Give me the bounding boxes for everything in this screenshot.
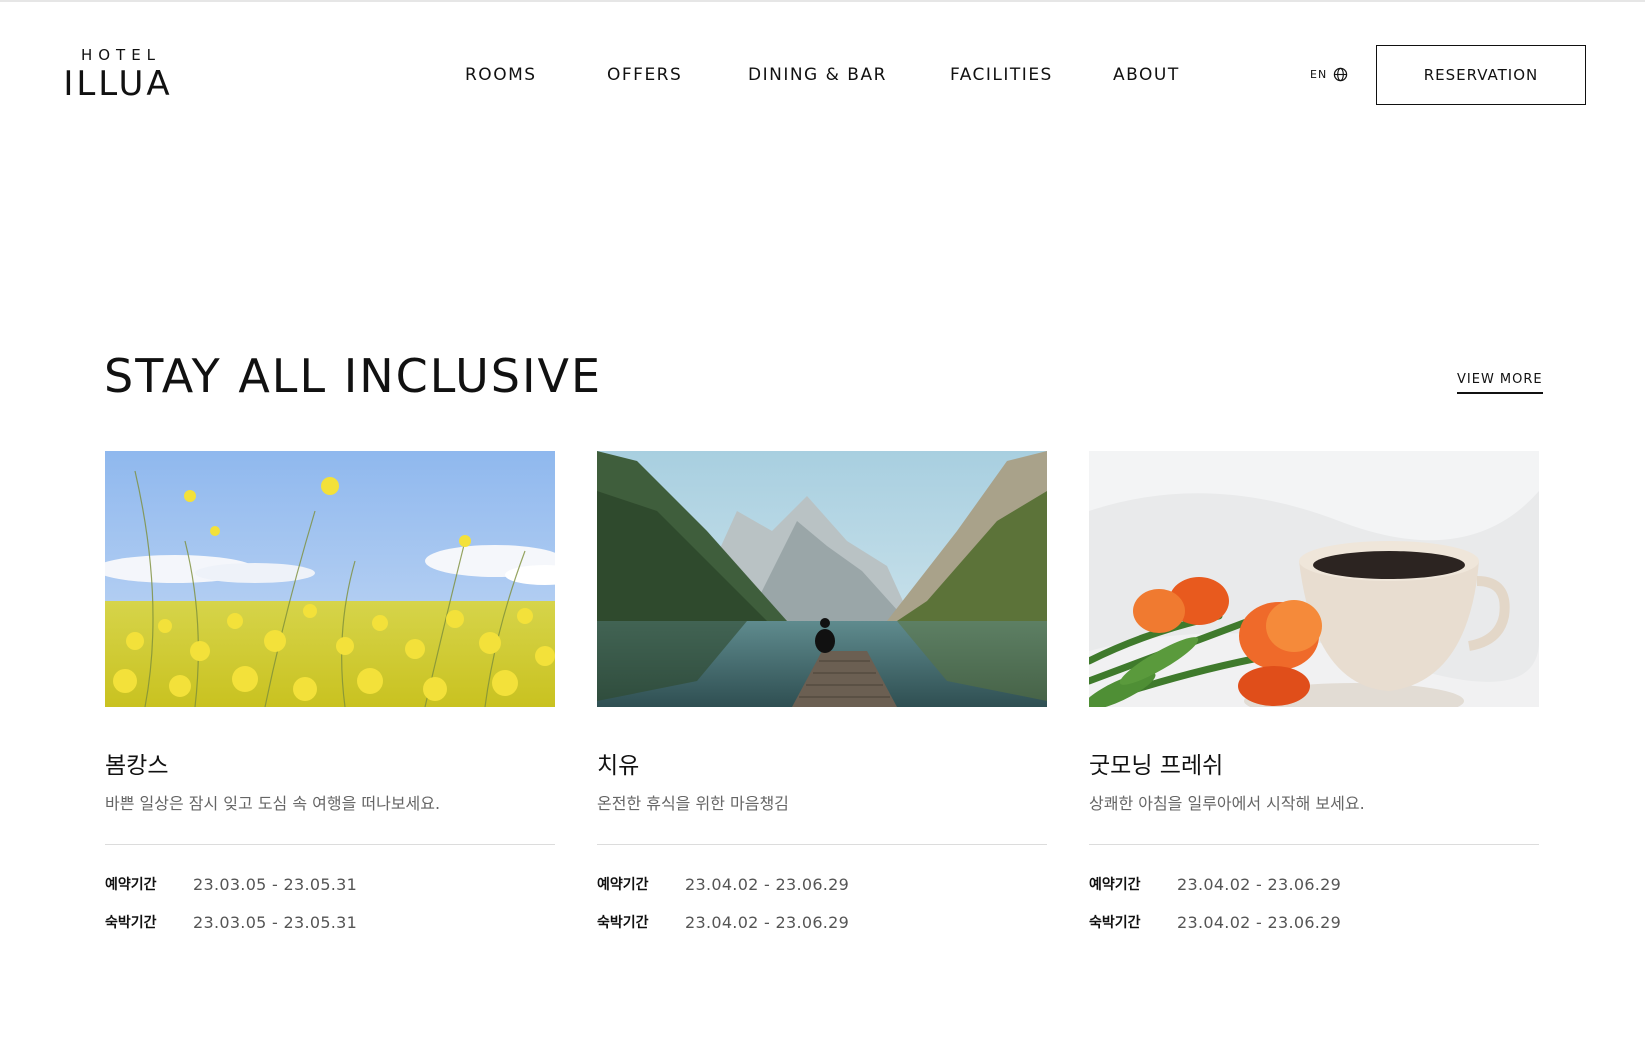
divider	[105, 844, 555, 845]
offer-description: 바쁜 일상은 잠시 잊고 도심 속 여행을 떠나보세요.	[105, 794, 441, 813]
booking-period-row: 예약기간 23.04.02 - 23.06.29	[597, 873, 1047, 895]
booking-period-row: 예약기간 23.03.05 - 23.05.31	[105, 873, 555, 895]
stay-period-label: 숙박기간	[105, 915, 157, 931]
stay-period-value: 23.04.02 - 23.06.29	[1177, 912, 1342, 932]
offer-title: 봄캉스	[105, 753, 169, 779]
stay-period-row: 숙박기간 23.03.05 - 23.05.31	[105, 911, 555, 933]
booking-period-value: 23.04.02 - 23.06.29	[685, 874, 850, 894]
offer-title: 치유	[597, 753, 640, 779]
logo-main-text: ILLUA	[63, 64, 173, 104]
nav-item-offers[interactable]: OFFERS	[607, 64, 682, 86]
booking-period-value: 23.04.02 - 23.06.29	[1177, 874, 1342, 894]
booking-period-label: 예약기간	[597, 877, 649, 893]
offer-description: 온전한 휴식을 위한 마음챙김	[597, 794, 789, 813]
offer-description: 상쾌한 아침을 일루아에서 시작해 보세요.	[1089, 794, 1365, 813]
offer-image-tulips-coffee[interactable]	[1089, 451, 1539, 707]
offer-image-mountain-lake[interactable]	[597, 451, 1047, 707]
divider	[597, 844, 1047, 845]
nav-item-about[interactable]: ABOUT	[1113, 64, 1180, 86]
reservation-button[interactable]: RESERVATION	[1376, 45, 1586, 105]
stay-period-label: 숙박기간	[1089, 915, 1141, 931]
globe-icon	[1333, 67, 1348, 82]
stay-period-value: 23.04.02 - 23.06.29	[685, 912, 850, 932]
hotel-logo[interactable]: HOTEL ILLUA	[56, 46, 180, 102]
site-header: HOTEL ILLUA ROOMS OFFERS DINING & BAR FA…	[0, 0, 1645, 140]
booking-period-label: 예약기간	[1089, 877, 1141, 893]
offer-title: 굿모닝 프레쉬	[1089, 753, 1224, 779]
booking-period-value: 23.03.05 - 23.05.31	[193, 874, 358, 894]
view-more-link[interactable]: VIEW MORE	[1457, 372, 1543, 394]
section-title: STAY ALL INCLUSIVE	[104, 349, 603, 403]
nav-item-rooms[interactable]: ROOMS	[465, 64, 537, 86]
nav-item-dining-bar[interactable]: DINING & BAR	[748, 64, 887, 86]
offer-card: 봄캉스 바쁜 일상은 잠시 잊고 도심 속 여행을 떠나보세요. 예약기간 23…	[105, 451, 555, 933]
language-selector[interactable]: EN	[1310, 67, 1348, 82]
stay-period-row: 숙박기간 23.04.02 - 23.06.29	[1089, 911, 1539, 933]
booking-period-row: 예약기간 23.04.02 - 23.06.29	[1089, 873, 1539, 895]
offer-card: 굿모닝 프레쉬 상쾌한 아침을 일루아에서 시작해 보세요. 예약기간 23.0…	[1089, 451, 1539, 933]
logo-top-text: HOTEL	[80, 46, 162, 64]
offer-image-flower-field[interactable]	[105, 451, 555, 707]
divider	[1089, 844, 1539, 845]
nav-item-facilities[interactable]: FACILITIES	[950, 64, 1053, 86]
stay-period-row: 숙박기간 23.04.02 - 23.06.29	[597, 911, 1047, 933]
stay-period-label: 숙박기간	[597, 915, 649, 931]
stay-period-value: 23.03.05 - 23.05.31	[193, 912, 358, 932]
language-label: EN	[1310, 68, 1328, 81]
offer-card: 치유 온전한 휴식을 위한 마음챙김 예약기간 23.04.02 - 23.06…	[597, 451, 1047, 933]
booking-period-label: 예약기간	[105, 877, 157, 893]
